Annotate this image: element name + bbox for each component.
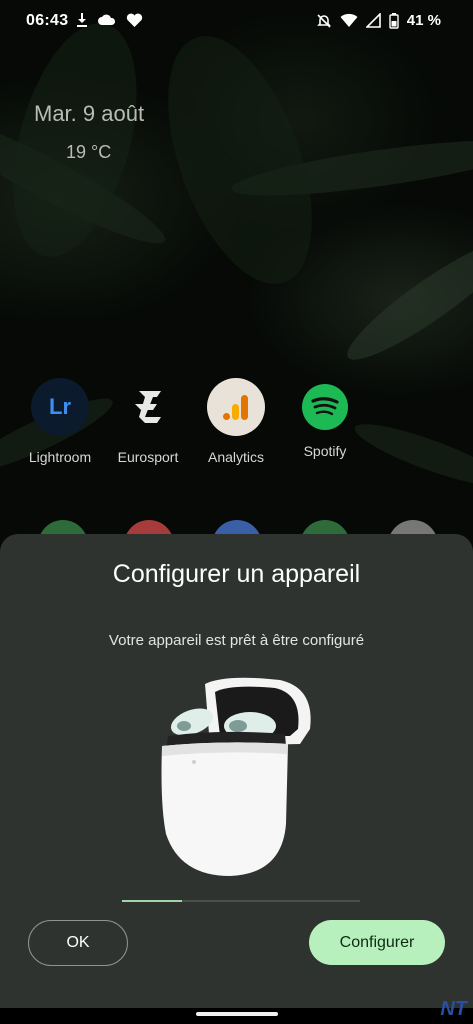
app-eurosport[interactable]: Eurosport — [98, 378, 198, 465]
battery-icon — [389, 12, 399, 29]
ok-button[interactable]: OK — [28, 920, 128, 966]
eurosport-icon — [119, 378, 177, 436]
temperature: 19 °C — [66, 141, 112, 162]
system-icons: 41 % — [316, 12, 441, 29]
bell-off-icon — [316, 13, 331, 28]
home-gesture-handle[interactable] — [196, 1012, 278, 1016]
sheet-subtitle: Votre appareil est prêt à être configuré — [108, 632, 365, 649]
setup-device-sheet: Configurer un appareil Votre appareil es… — [0, 534, 473, 1008]
download-icon — [77, 13, 87, 27]
wallpaper-leaf — [139, 17, 341, 303]
date-widget[interactable]: Mar. 9 août — [34, 101, 144, 127]
app-lightroom[interactable]: Lr Lightroom — [10, 378, 110, 465]
setup-progress — [122, 900, 360, 902]
signal-icon — [365, 13, 381, 28]
app-label: Spotify — [303, 443, 347, 459]
cloud-icon — [98, 14, 116, 25]
battery-percent: 41 % — [406, 12, 441, 29]
wifi-icon — [340, 13, 358, 27]
setup-progress-fill — [122, 900, 182, 902]
status-time: 06:43 — [26, 12, 69, 29]
notification-icons — [76, 12, 143, 28]
navigation-bar — [0, 1008, 473, 1024]
spotify-icon — [302, 384, 348, 430]
weather-widget[interactable]: 19 °C — [34, 141, 111, 163]
configure-button[interactable]: Configurer — [309, 920, 445, 965]
app-analytics[interactable]: Analytics — [186, 378, 286, 465]
moon-icon — [37, 144, 49, 160]
earbuds-case-image — [161, 677, 311, 876]
app-label: Analytics — [207, 449, 265, 465]
analytics-icon — [207, 378, 265, 436]
lightroom-icon: Lr — [31, 378, 89, 436]
app-spotify[interactable]: Spotify — [275, 378, 375, 459]
sheet-title: Configurer un appareil — [112, 560, 361, 588]
status-bar: 06:43 41 % — [0, 0, 473, 42]
heart-icon — [126, 13, 143, 27]
app-label: Eurosport — [117, 449, 179, 465]
wallpaper-leaf — [336, 226, 473, 374]
home-screen: 06:43 41 % Mar. 9 août 19 °C Lr Lightroo… — [0, 0, 473, 1024]
watermark-logo: NT — [440, 998, 467, 1020]
app-label: Lightroom — [28, 449, 92, 465]
